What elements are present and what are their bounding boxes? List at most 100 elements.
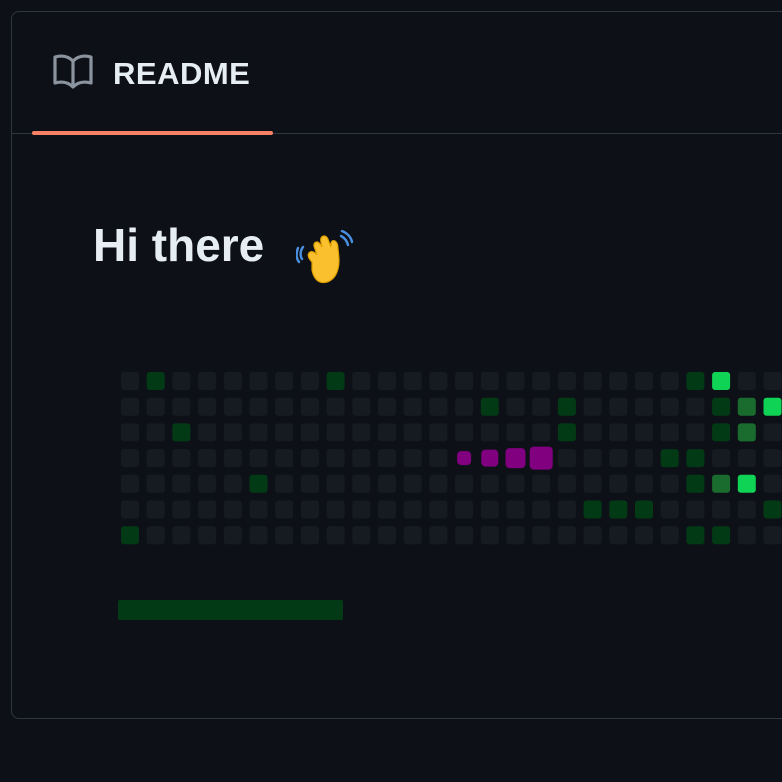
contribution-cell xyxy=(378,372,396,390)
contribution-cell xyxy=(172,372,191,390)
contribution-cell xyxy=(275,423,294,442)
contribution-cell xyxy=(378,500,396,519)
contribution-cell xyxy=(198,372,217,390)
contribution-cell xyxy=(712,500,731,519)
contribution-cell xyxy=(403,474,422,493)
contribution-cell xyxy=(223,449,242,468)
contribution-cell xyxy=(635,372,653,390)
contribution-cell xyxy=(763,397,782,416)
contribution-cell xyxy=(146,397,165,416)
contribution-cell xyxy=(300,500,319,519)
contribution-cell xyxy=(275,449,294,468)
contribution-cell xyxy=(506,500,525,519)
contribution-cell xyxy=(352,474,371,493)
contribution-cell xyxy=(763,423,782,442)
contribution-cell xyxy=(146,526,165,545)
contribution-cell xyxy=(737,372,756,390)
contribution-cell xyxy=(480,372,499,390)
contribution-cell xyxy=(249,397,268,416)
contribution-cell xyxy=(326,397,345,416)
contribution-cell xyxy=(635,397,653,416)
contribution-cell xyxy=(763,500,782,519)
contribution-cell xyxy=(737,423,756,442)
contribution-cell xyxy=(557,397,576,416)
contribution-cell xyxy=(712,397,731,416)
contribution-cell xyxy=(737,397,756,416)
contribution-cell xyxy=(326,423,345,442)
contribution-cell xyxy=(609,474,628,493)
contribution-cell xyxy=(737,474,756,493)
contribution-cell xyxy=(300,423,319,442)
contribution-cell xyxy=(532,423,551,442)
contribution-cell xyxy=(223,372,242,390)
contribution-cell xyxy=(686,500,705,519)
contribution-cell xyxy=(583,372,602,390)
contribution-cell xyxy=(480,526,499,545)
contribution-cell xyxy=(583,449,602,468)
contribution-cell xyxy=(763,526,782,545)
contribution-cell xyxy=(557,449,576,468)
contribution-cell xyxy=(403,423,422,442)
contribution-cell xyxy=(712,423,731,442)
contribution-cell xyxy=(686,372,705,390)
contribution-cell xyxy=(429,449,448,468)
contribution-cell xyxy=(660,474,679,493)
contribution-cell xyxy=(686,526,705,545)
contribution-cell xyxy=(223,526,242,545)
contribution-cell xyxy=(275,474,294,493)
contribution-cell xyxy=(223,500,242,519)
contribution-cell xyxy=(609,423,628,442)
contribution-cell xyxy=(429,526,448,545)
contribution-cell xyxy=(249,423,268,442)
contribution-cell xyxy=(326,474,345,493)
contribution-cell xyxy=(275,526,294,545)
contribution-cell xyxy=(249,372,268,390)
contribution-cell xyxy=(249,474,268,493)
contribution-cell xyxy=(455,526,474,545)
contribution-cell xyxy=(275,372,294,390)
contribution-cell xyxy=(275,397,294,416)
contribution-cell xyxy=(300,397,319,416)
contribution-cell xyxy=(583,474,602,493)
contribution-cell xyxy=(146,474,165,493)
contribution-cell xyxy=(609,449,628,468)
contribution-cell xyxy=(506,397,525,416)
contribution-cell xyxy=(429,397,448,416)
contribution-cell xyxy=(506,423,525,442)
snake-segment xyxy=(457,451,472,466)
contribution-cell xyxy=(300,449,319,468)
contribution-cell xyxy=(737,526,756,545)
contribution-cell xyxy=(557,423,576,442)
contribution-cell xyxy=(609,500,628,519)
contribution-cell xyxy=(352,526,371,545)
contribution-cell xyxy=(609,397,628,416)
contribution-cell xyxy=(557,474,576,493)
contribution-cell xyxy=(172,449,191,468)
contribution-cell xyxy=(352,372,371,390)
contribution-cell xyxy=(172,423,191,442)
contribution-cell xyxy=(352,500,371,519)
contribution-cell xyxy=(660,397,679,416)
contribution-cell xyxy=(378,449,396,468)
contribution-cell xyxy=(532,474,551,493)
contribution-cell xyxy=(712,449,731,468)
contribution-cell xyxy=(326,526,345,545)
contribution-cell xyxy=(609,526,628,545)
contribution-cell xyxy=(635,423,653,442)
contribution-cell xyxy=(660,526,679,545)
contribution-cell xyxy=(146,423,165,442)
contribution-cell xyxy=(532,372,551,390)
contribution-cell xyxy=(172,474,191,493)
contribution-cell xyxy=(172,526,191,545)
contribution-cell xyxy=(506,526,525,545)
contribution-cell xyxy=(429,423,448,442)
contribution-graph xyxy=(121,372,782,545)
contribution-cell xyxy=(198,423,217,442)
contribution-cell xyxy=(326,449,345,468)
contribution-cell xyxy=(300,474,319,493)
contribution-cell xyxy=(480,474,499,493)
contribution-cell xyxy=(121,500,139,519)
contribution-cell xyxy=(660,372,679,390)
contribution-cell xyxy=(686,449,705,468)
contribution-cell xyxy=(403,526,422,545)
